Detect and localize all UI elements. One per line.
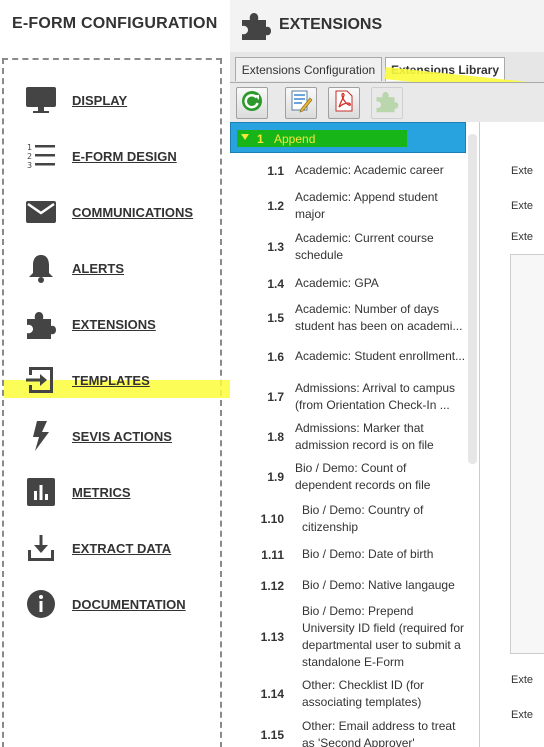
tree-item-number: 1.11 (261, 548, 284, 562)
tree-item-label: Academic: Number of days student has bee… (295, 301, 465, 335)
sidebar-item-label: ALERTS (72, 260, 124, 276)
puzzle-icon (24, 308, 58, 340)
tree-item-label: Academic: Append student major (295, 190, 438, 221)
refresh-button[interactable] (236, 87, 268, 119)
pdf-icon (332, 89, 356, 118)
extensions-tree: 1 Append 1.1 Academic: Academic career 1… (230, 122, 480, 747)
edit-document-icon (289, 89, 313, 118)
tree-item-number: 1.1 (267, 164, 284, 178)
sidebar-item-label: TEMPLATES (72, 372, 150, 388)
tree-item-number: 1.7 (267, 390, 284, 404)
sidebar-item-sevis-actions[interactable]: SEVIS ACTIONS (24, 420, 224, 452)
envelope-icon (24, 196, 58, 228)
import-arrow-icon (24, 364, 58, 396)
tree-item-number: 1.14 (260, 687, 284, 701)
monitor-icon (24, 84, 58, 116)
edit-button[interactable] (285, 87, 317, 119)
tree-item-label: Bio / Demo: Native langauge (302, 578, 455, 592)
detail-textarea[interactable] (510, 254, 544, 654)
tree-root-label: Append (274, 132, 316, 146)
tree-item-number: 1.3 (267, 240, 284, 254)
pdf-button[interactable] (328, 87, 360, 119)
sidebar-nav: DISPLAY 123 E-FORM DESIGN COMMUNICATIONS… (2, 58, 238, 747)
numbered-list-icon: 123 (24, 140, 58, 172)
tree-root-number: 1 (257, 132, 264, 146)
tree-item-label: Academic: Academic career (295, 163, 444, 177)
toolbar (230, 82, 544, 122)
sidebar-item-extract-data[interactable]: EXTRACT DATA (24, 532, 224, 564)
detail-label: Exte (511, 231, 534, 243)
tree-item-number: 1.12 (260, 579, 284, 593)
bar-chart-icon (24, 476, 58, 508)
tree-item-number: 1.13 (260, 630, 284, 644)
sidebar-item-communications[interactable]: COMMUNICATIONS (24, 196, 224, 228)
sidebar-item-display[interactable]: DISPLAY (24, 84, 224, 116)
tree-item-label: Admissions: Arrival to campus (from Orie… (295, 381, 456, 412)
detail-label: Exte (511, 709, 534, 721)
expand-triangle-icon[interactable] (241, 134, 249, 140)
tree-item-number: 1.15 (260, 728, 284, 742)
tree-item-label-text: Academic: Number of days student has bee… (295, 302, 463, 333)
section-title: E-FORM CONFIGURATION (12, 15, 218, 32)
download-icon (24, 532, 58, 564)
tree-item-label: Academic: Current course schedule (295, 231, 434, 262)
sidebar-item-label: EXTRACT DATA (72, 540, 172, 556)
detail-label: Exte (511, 200, 534, 212)
puzzle-icon (240, 9, 272, 41)
tree-item-label: Academic: Student enrollment... (295, 349, 465, 363)
tree-item-label: Other: Checklist ID (for associating tem… (302, 678, 425, 709)
svg-text:2: 2 (27, 152, 32, 161)
tree-item-label: Academic: GPA (295, 276, 379, 290)
sidebar-item-label: SEVIS ACTIONS (72, 428, 172, 444)
sidebar-item-label: DOCUMENTATION (72, 596, 186, 612)
tab-extensions-configuration[interactable]: Extensions Configuration (235, 57, 382, 81)
refresh-icon (240, 89, 264, 118)
svg-text:1: 1 (27, 143, 32, 152)
tree-item-label: Bio / Demo: Count of dependent records o… (295, 461, 431, 492)
sidebar-item-label: COMMUNICATIONS (72, 204, 194, 220)
sidebar-item-documentation[interactable]: DOCUMENTATION (24, 588, 224, 620)
tree-item-label: Other: Email address to treat as 'Second… (302, 719, 456, 747)
lightning-icon (24, 420, 58, 452)
left-header: E-FORM CONFIGURATION (0, 0, 230, 52)
tree-item-number: 1.9 (267, 470, 284, 484)
app-root: E-FORM CONFIGURATION DISPLAY 123 E-FORM … (0, 0, 544, 747)
tree-item-label: Admissions: Marker that admission record… (295, 421, 434, 452)
detail-label: Exte (511, 674, 534, 686)
svg-text:3: 3 (27, 161, 32, 170)
add-extension-button[interactable] (371, 87, 403, 119)
tree-item-number: 1.2 (267, 199, 284, 213)
sidebar-item-metrics[interactable]: METRICS (24, 476, 224, 508)
puzzle-disabled-icon (375, 89, 399, 118)
bell-icon (24, 252, 58, 284)
sidebar-item-label: EXTENSIONS (72, 316, 156, 332)
info-icon (24, 588, 58, 620)
sidebar-item-eform-design[interactable]: 123 E-FORM DESIGN (24, 140, 224, 172)
tree-root-append[interactable]: 1 Append (230, 122, 466, 153)
page-header: EXTENSIONS (230, 0, 544, 52)
tree-item-number: 1.10 (260, 512, 284, 526)
tree-item-number: 1.6 (267, 350, 284, 364)
detail-label: Exte (511, 165, 534, 177)
tree-item-number: 1.4 (267, 277, 284, 291)
tree-item-label: Bio / Demo: Date of birth (302, 547, 434, 561)
sidebar-item-label: METRICS (72, 484, 131, 500)
sidebar-item-extensions[interactable]: EXTENSIONS (24, 308, 224, 340)
sidebar-item-label: E-FORM DESIGN (72, 148, 177, 164)
tree-scrollbar[interactable] (468, 134, 477, 464)
tree-item-number: 1.8 (267, 430, 284, 444)
sidebar-item-alerts[interactable]: ALERTS (24, 252, 224, 284)
sidebar-item-label: DISPLAY (72, 92, 128, 108)
tree-item-label: Bio / Demo: Country of citizenship (302, 503, 424, 534)
detail-panel: Exte Exte Exte Exte Exte (480, 122, 544, 747)
tree-item-label: Bio / Demo: Prepend University ID field … (302, 604, 465, 669)
tree-item-number: 1.5 (267, 311, 284, 325)
sidebar-item-templates[interactable]: TEMPLATES (24, 364, 224, 396)
page-title: EXTENSIONS (279, 16, 383, 33)
